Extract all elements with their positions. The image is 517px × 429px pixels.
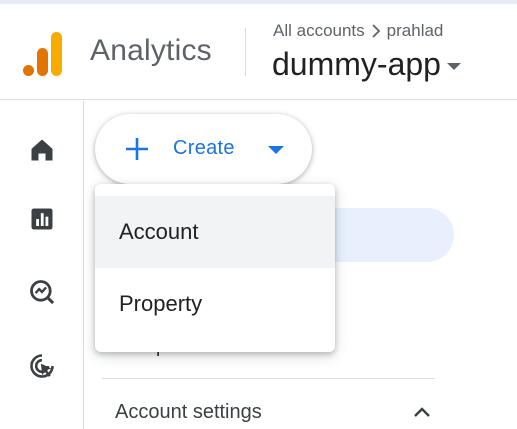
analytics-logo-icon[interactable] bbox=[22, 28, 66, 78]
menu-item-label: Property bbox=[119, 291, 203, 316]
breadcrumb-root[interactable]: All accounts bbox=[273, 21, 365, 41]
create-button-label: Create bbox=[173, 137, 235, 159]
property-name: dummy-app bbox=[272, 46, 441, 82]
property-switcher[interactable]: dummy-app bbox=[272, 46, 461, 83]
left-rail bbox=[0, 101, 84, 429]
breadcrumb-account[interactable]: prahlad bbox=[387, 21, 444, 41]
caret-down-icon bbox=[268, 146, 284, 154]
caret-down-icon bbox=[446, 63, 461, 70]
create-button[interactable]: Create bbox=[95, 114, 312, 184]
advertising-icon[interactable] bbox=[28, 352, 56, 380]
app-header: Analytics All accounts prahlad dummy-app bbox=[0, 4, 517, 100]
account-settings-heading[interactable]: Account settings bbox=[115, 401, 262, 424]
header-divider bbox=[245, 28, 246, 76]
reports-icon[interactable] bbox=[28, 205, 56, 233]
brand-name: Analytics bbox=[90, 34, 212, 67]
chevron-up-icon[interactable] bbox=[412, 404, 432, 420]
explore-icon[interactable] bbox=[28, 278, 56, 306]
menu-item-label: Account bbox=[119, 219, 199, 244]
home-icon[interactable] bbox=[28, 136, 56, 164]
menu-item-account[interactable]: Account bbox=[95, 196, 335, 268]
chevron-right-icon bbox=[372, 24, 380, 38]
create-menu: Account Property bbox=[95, 184, 335, 352]
breadcrumb[interactable]: All accounts prahlad bbox=[273, 21, 443, 41]
nav-divider bbox=[102, 378, 435, 379]
plus-icon bbox=[126, 138, 148, 160]
menu-item-property[interactable]: Property bbox=[95, 268, 335, 340]
